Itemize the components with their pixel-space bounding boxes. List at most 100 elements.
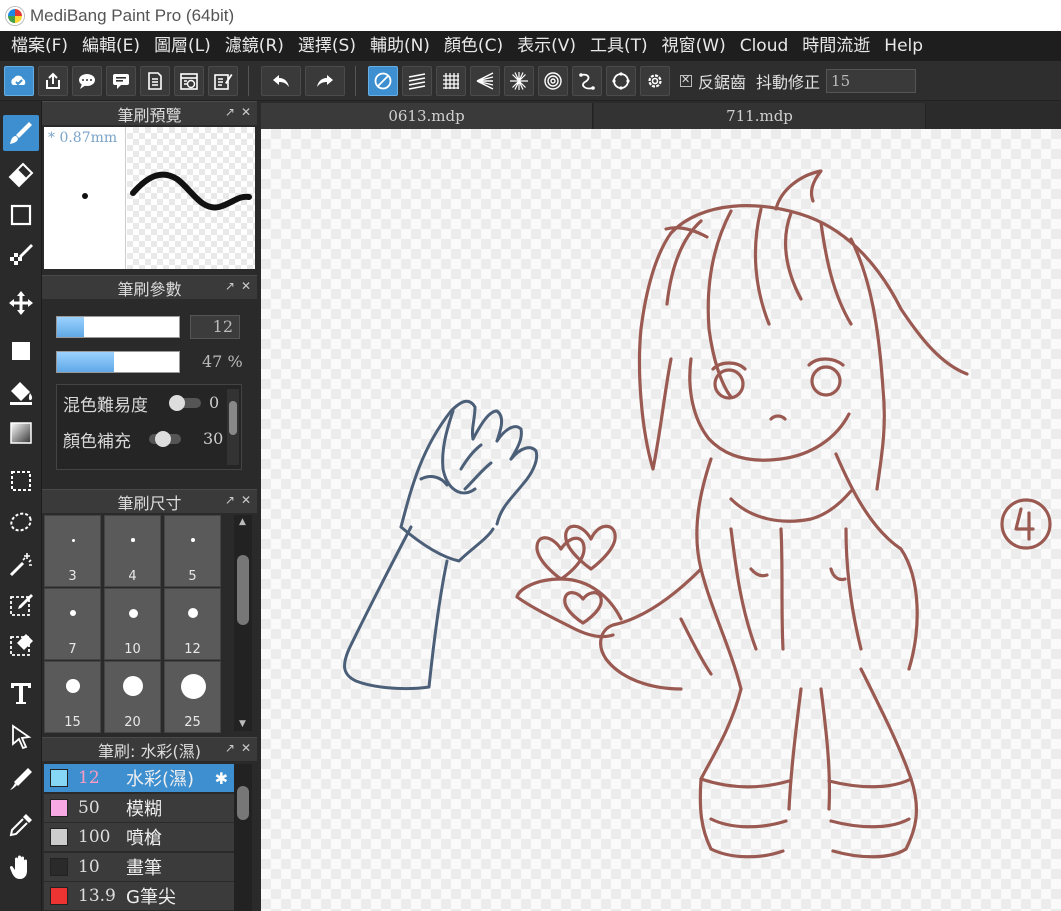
brush-size-cell[interactable]: 15 [44,661,101,733]
menu-select[interactable]: 選擇(S) [291,31,363,61]
parallel-snap-icon[interactable] [402,65,432,96]
size-scrollbar[interactable]: ▲ ▼ [234,515,252,731]
menu-filter[interactable]: 濾鏡(R) [218,31,291,61]
scroll-thumb[interactable] [229,401,237,435]
popout-icon[interactable]: ↗ [225,493,235,507]
brush-size-cell[interactable]: 12 [164,588,221,660]
operation-tool-icon[interactable] [3,719,39,755]
gradient-tool-icon[interactable] [3,415,39,451]
blur-pen-tool-icon[interactable] [3,761,39,797]
brush-size-cell[interactable]: 7 [44,588,101,660]
brush-list-item[interactable]: 50 模糊 [44,793,234,823]
close-icon[interactable]: ✕ [241,279,251,293]
brush-size-value[interactable]: 12 [190,315,240,339]
dot-pen-tool-icon[interactable] [3,237,39,273]
grid-snap-icon[interactable] [436,65,466,96]
toolbar: 反鋸齒 抖動修正 15 [0,61,1061,101]
eraser-tool-icon[interactable] [3,157,39,193]
scroll-up-icon[interactable]: ▲ [239,517,246,527]
shape-tool-icon[interactable] [3,197,39,233]
brush-tool-icon[interactable] [3,115,39,151]
redo-icon[interactable] [305,65,345,96]
share-icon[interactable] [38,65,68,96]
hand-tool-icon[interactable] [3,849,39,885]
menu-help[interactable]: Help [877,31,930,61]
menu-tool[interactable]: 工具(T) [583,31,655,61]
marquee-tool-icon[interactable] [3,463,39,499]
menu-file[interactable]: 檔案(F) [4,31,75,61]
brush-size-cell[interactable]: 25 [164,661,221,733]
comment-icon[interactable] [106,65,136,96]
select-pen-tool-icon[interactable] [3,587,39,623]
menu-window[interactable]: 視窗(W) [655,31,733,61]
color-fill-slider[interactable] [149,431,181,447]
brush-list-item[interactable]: 13.9 G筆尖 [44,882,234,911]
drawing-canvas[interactable] [261,129,1061,911]
bucket-tool-icon[interactable] [3,375,39,411]
brush-size-cell-label: 12 [184,642,201,657]
antialias-checkbox[interactable]: 反鋸齒 [680,69,746,93]
curve-snap-icon[interactable] [572,65,602,96]
stabilizer-input[interactable]: 15 [826,68,917,93]
scroll-down-icon[interactable]: ▼ [239,719,246,729]
brush-size-dot [123,676,143,696]
popout-icon[interactable]: ↗ [225,741,235,755]
eyedropper-tool-icon[interactable] [3,807,39,843]
color-fill-label: 顏色補充 [63,432,131,452]
document-icon[interactable] [140,65,170,96]
brush-size-title: 筆刷尺寸 [117,493,182,513]
perspective-snap-icon[interactable] [470,65,500,96]
cloud-check-icon[interactable] [4,65,34,96]
concentric-snap-icon[interactable] [538,65,568,96]
brush-settings-gear-icon[interactable]: ✱ [215,769,228,788]
brush-size-cell[interactable]: 3 [44,515,101,587]
opacity-slider[interactable] [56,351,180,373]
scroll-thumb[interactable] [237,555,249,625]
tab-0613[interactable]: 0613.mdp [261,103,593,129]
move-tool-icon[interactable] [3,285,39,321]
edit-list-icon[interactable] [208,65,238,96]
brush-size-cell[interactable]: 5 [164,515,221,587]
menu-layer[interactable]: 圖層(L) [147,31,218,61]
speech-bubble-icon[interactable] [72,65,102,96]
menu-timelapse[interactable]: 時間流逝 [795,31,877,61]
undo-icon[interactable] [261,65,301,96]
params-scrollbar[interactable] [227,389,239,465]
gear-icon[interactable] [640,65,670,96]
popout-icon[interactable]: ↗ [225,105,235,119]
brush-size-cell[interactable]: 4 [104,515,161,587]
brush-size-slider[interactable] [56,316,180,338]
brush-list-item[interactable]: 10 畫筆 [44,852,234,882]
brush-item-size: 100 [78,827,111,847]
magic-wand-tool-icon[interactable] [3,547,39,583]
close-icon[interactable]: ✕ [241,741,251,755]
brush-size-dot [191,538,195,542]
brush-list-item[interactable]: 100 噴槍 [44,823,234,852]
tab-711[interactable]: 711.mdp [594,103,926,129]
menu-color[interactable]: 顏色(C) [437,31,510,61]
scroll-thumb[interactable] [237,786,249,820]
lasso-tool-icon[interactable] [3,505,39,541]
menu-edit[interactable]: 編輯(E) [75,31,147,61]
menu-snap[interactable]: 輔助(N) [363,31,437,61]
menu-cloud[interactable]: Cloud [733,31,796,61]
brush-list-scrollbar[interactable] [234,764,252,911]
snap-off-icon[interactable] [368,65,398,96]
document-tabs: 0613.mdp 711.mdp [261,101,1061,129]
brush-stroke-preview [127,127,255,269]
menu-view[interactable]: 表示(V) [510,31,583,61]
fill-rect-tool-icon[interactable] [3,333,39,369]
blend-slider[interactable] [169,395,201,411]
close-icon[interactable]: ✕ [241,493,251,507]
close-icon[interactable]: ✕ [241,105,251,119]
radial-snap-icon[interactable] [504,65,534,96]
brush-list-item[interactable]: 12 水彩(濕) ✱ [44,764,234,793]
brush-size-cell-label: 3 [68,569,77,584]
brush-size-cell[interactable]: 10 [104,588,161,660]
calendar-clock-icon[interactable] [174,65,204,96]
select-eraser-tool-icon[interactable] [3,627,39,663]
popout-icon[interactable]: ↗ [225,279,235,293]
circle-snap-icon[interactable] [606,65,636,96]
text-tool-icon[interactable] [3,675,39,711]
brush-size-cell[interactable]: 20 [104,661,161,733]
